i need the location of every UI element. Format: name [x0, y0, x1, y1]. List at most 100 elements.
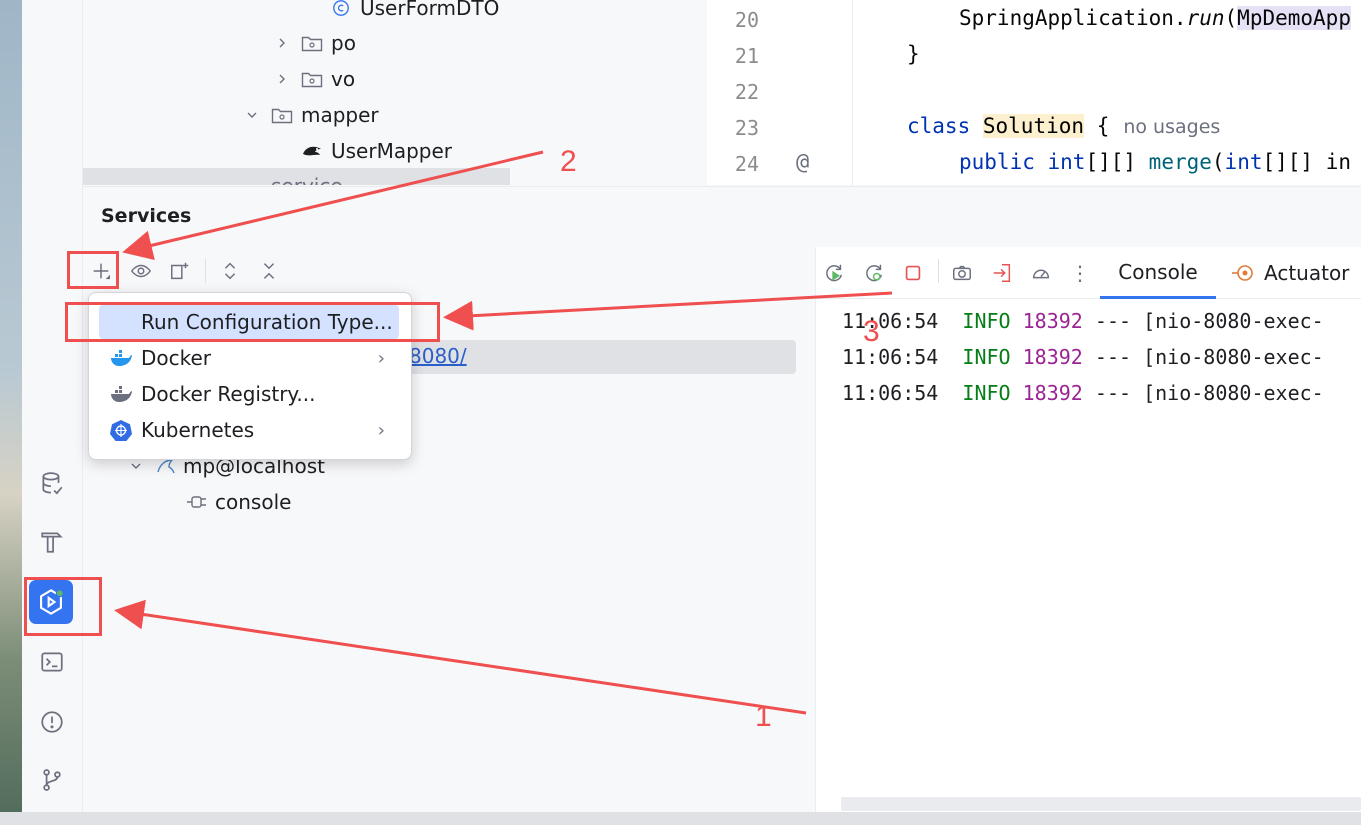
- tree-item-label: mapper: [301, 103, 379, 127]
- profiler-gauge-icon[interactable]: [1027, 259, 1055, 287]
- database-icon[interactable]: [34, 466, 70, 502]
- tree-item-usermapper[interactable]: UserMapper: [301, 133, 452, 169]
- eye-icon[interactable]: [127, 257, 155, 285]
- menu-item-docker-registry[interactable]: Docker Registry...: [99, 377, 399, 411]
- menu-item-docker[interactable]: Docker ›: [99, 341, 399, 375]
- code-editor[interactable]: 20 21 22 23 24 @ SpringApplication.run(M…: [707, 0, 1361, 185]
- console-log-line: 11:06:54 INFO 18392 --- [nio-8080-exec-: [842, 345, 1324, 369]
- code-token: int: [1224, 150, 1263, 174]
- tree-item-mapper[interactable]: mapper: [243, 97, 379, 133]
- stop-icon[interactable]: [899, 259, 927, 287]
- tree-item-label: po: [331, 31, 356, 55]
- code-token: {: [1096, 114, 1110, 138]
- code-line-23: class Solution {no usages: [907, 114, 1220, 138]
- camera-icon[interactable]: [948, 259, 976, 287]
- service-item-console[interactable]: console: [185, 485, 291, 519]
- tree-item-userformdto[interactable]: UserFormDTO: [330, 0, 499, 26]
- log-text: --- [nio-8080-exec-: [1094, 309, 1324, 333]
- override-gutter-icon[interactable]: @: [796, 150, 809, 175]
- docker-icon: [107, 348, 135, 368]
- rerun-icon[interactable]: [820, 259, 848, 287]
- chevron-right-icon: ›: [377, 419, 385, 441]
- log-text: --- [nio-8080-exec-: [1094, 381, 1324, 405]
- chevron-right-icon: ›: [377, 347, 385, 369]
- toolbar-separator: [938, 259, 939, 283]
- tree-item-label: service: [271, 174, 343, 185]
- log-pid: 18392: [1022, 309, 1083, 333]
- menu-item-label: Docker Registry...: [141, 382, 316, 406]
- collapse-all-icon[interactable]: [255, 257, 283, 285]
- inlay-hint-usages[interactable]: no usages: [1123, 116, 1220, 138]
- menu-item-run-configuration-type[interactable]: Run Configuration Type...: [99, 305, 399, 339]
- kubernetes-icon: [107, 419, 135, 441]
- attach-icon[interactable]: [988, 259, 1016, 287]
- status-bar: [0, 812, 1361, 825]
- console-log-line: 11:06:54 INFO 18392 --- [nio-8080-exec-: [842, 381, 1324, 405]
- services-title: Services: [101, 205, 192, 227]
- menu-item-label: Run Configuration Type...: [141, 310, 393, 334]
- desktop-background-strip: [0, 0, 22, 825]
- chevron-right-icon[interactable]: [273, 34, 291, 52]
- log-time: 11:06:54: [842, 309, 939, 333]
- add-service-button[interactable]: [87, 257, 115, 285]
- folder-icon: [271, 108, 293, 124]
- line-number: 24: [734, 152, 759, 176]
- log-time: 11:06:54: [842, 381, 939, 405]
- tree-item-service[interactable]: service: [83, 168, 510, 185]
- expand-all-icon[interactable]: [216, 257, 244, 285]
- code-token: run: [1186, 6, 1225, 30]
- folder-icon: [301, 36, 323, 52]
- code-line-21: }: [907, 42, 920, 66]
- detail-toolbar: ⋮ Console Actuator: [816, 247, 1361, 299]
- build-hammer-icon[interactable]: [34, 524, 70, 560]
- tree-item-po[interactable]: po: [273, 25, 356, 61]
- menu-item-label: Kubernetes: [141, 418, 255, 442]
- code-token: merge: [1148, 150, 1212, 174]
- log-level: INFO: [962, 381, 1011, 405]
- class-icon: [333, 0, 349, 16]
- horizontal-scrollbar[interactable]: [841, 797, 1361, 811]
- code-token: int: [1047, 150, 1086, 174]
- more-options-icon[interactable]: ⋮: [1066, 259, 1094, 287]
- chevron-right-icon[interactable]: [273, 70, 291, 88]
- folder-icon: [301, 72, 323, 88]
- tab-label: Console: [1118, 259, 1198, 284]
- toolbar-separator: [205, 259, 206, 283]
- chevron-down-icon[interactable]: [243, 106, 261, 124]
- code-token: Solution: [982, 114, 1085, 138]
- line-number: 23: [734, 116, 759, 140]
- line-number: 20: [734, 8, 759, 32]
- tab-console[interactable]: Console: [1100, 247, 1216, 299]
- log-pid: 18392: [1022, 381, 1083, 405]
- new-group-icon[interactable]: [166, 257, 194, 285]
- tab-actuator[interactable]: Actuator: [1230, 247, 1349, 299]
- rerun-debug-icon[interactable]: [860, 259, 888, 287]
- services-icon[interactable]: [29, 580, 73, 624]
- git-branch-icon[interactable]: [34, 762, 70, 798]
- problems-icon[interactable]: [34, 704, 70, 740]
- actuator-icon: [1232, 265, 1253, 281]
- log-level: INFO: [962, 309, 1011, 333]
- add-service-popup-menu: Run Configuration Type... Docker › Docke…: [88, 292, 412, 460]
- code-line-20: SpringApplication.run(MpDemoApp: [959, 6, 1351, 30]
- code-token: MpDemoApp: [1237, 6, 1351, 30]
- log-level: INFO: [962, 345, 1011, 369]
- services-detail-pane: ⋮ Console Actuator 11:06:54 INFO 18392 -…: [815, 247, 1361, 812]
- console-log-line: 11:06:54 INFO 18392 --- [nio-8080-exec-: [842, 309, 1324, 333]
- menu-item-label: Docker: [141, 346, 212, 370]
- terminal-icon[interactable]: [34, 644, 70, 680]
- gutter-divider: [852, 0, 853, 185]
- log-text: --- [nio-8080-exec-: [1094, 345, 1324, 369]
- code-token: (: [1224, 6, 1238, 30]
- service-label: console: [215, 490, 292, 514]
- services-tool-window-header: Services: [83, 186, 1361, 247]
- tree-item-label: UserFormDTO: [360, 0, 500, 20]
- service-url-link[interactable]: 8080/: [409, 344, 467, 368]
- code-token: SpringApplication.: [959, 6, 1187, 30]
- tree-item-label: UserMapper: [331, 139, 453, 163]
- docker-registry-icon: [107, 384, 135, 404]
- tree-item-vo[interactable]: vo: [273, 61, 355, 97]
- console-plug-icon: [187, 496, 206, 508]
- menu-item-kubernetes[interactable]: Kubernetes ›: [99, 413, 399, 447]
- code-token: public: [959, 150, 1035, 174]
